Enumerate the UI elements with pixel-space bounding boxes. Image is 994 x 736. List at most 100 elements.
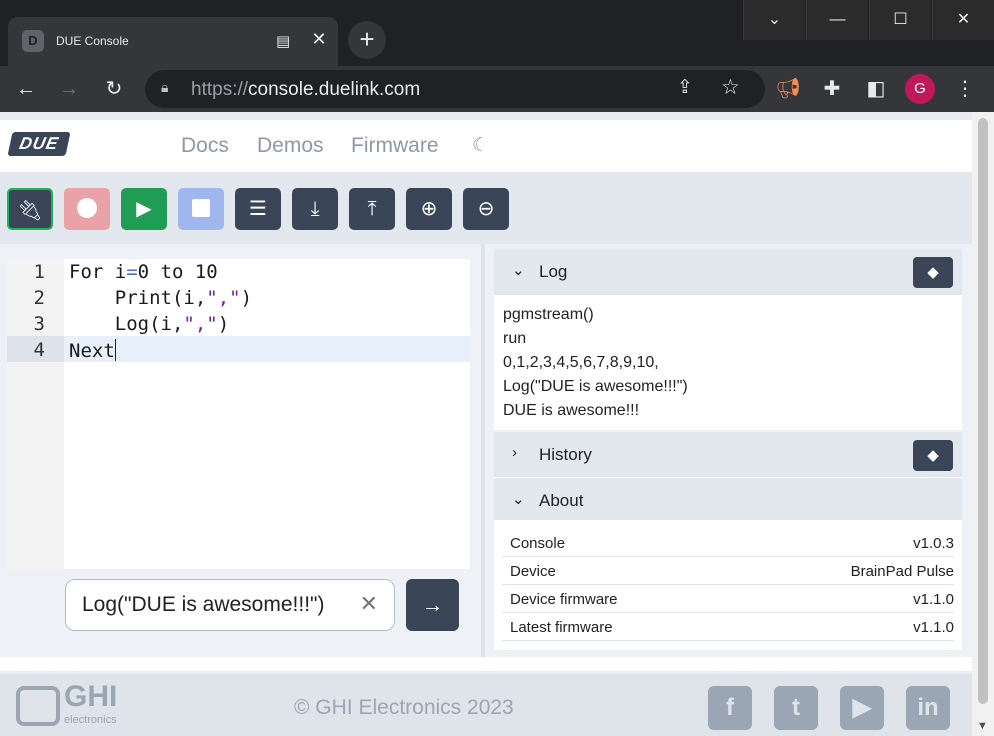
url-text[interactable]: https://console.duelink.com bbox=[191, 79, 420, 101]
new-tab-button[interactable]: + bbox=[348, 21, 386, 59]
close-tab-icon[interactable]: ✕ bbox=[308, 29, 330, 50]
code-line-3[interactable]: Log(i,",") bbox=[69, 313, 229, 335]
nav-firmware-link[interactable]: Firmware bbox=[351, 134, 439, 158]
chevron-down-icon: ⌄ bbox=[512, 262, 525, 279]
about-row: Device firmware v1.1.0 bbox=[502, 585, 954, 613]
zoom-in-icon: ⊕ bbox=[420, 198, 438, 220]
zoom-out-button[interactable]: ⊖ bbox=[463, 188, 509, 230]
site-footer: GHI electronics © GHI Electronics 2023 f… bbox=[0, 674, 972, 736]
line-number: 4 bbox=[33, 339, 45, 361]
bookmark-star-icon[interactable]: ☆ bbox=[721, 75, 740, 100]
about-row: Console v1.0.3 bbox=[502, 529, 954, 557]
command-input-value: Log("DUE is awesome!!!") bbox=[82, 593, 325, 616]
side-panel-icon[interactable]: ◧ bbox=[861, 74, 891, 104]
profile-avatar[interactable]: G bbox=[905, 74, 935, 104]
nav-demos-link[interactable]: Demos bbox=[257, 134, 324, 158]
nav-docs-link[interactable]: Docs bbox=[181, 134, 229, 158]
facebook-icon[interactable]: f bbox=[708, 686, 752, 730]
code-line-2[interactable]: Print(i,",") bbox=[69, 287, 252, 309]
console-toolbar: 🔌︎ ▶ ☰ ⤓ ⤒ ⊕ ⊖ bbox=[0, 172, 972, 244]
history-panel-title: History bbox=[539, 445, 592, 464]
line-number: 1 bbox=[33, 261, 45, 283]
tab-search-icon[interactable]: ⌄ bbox=[743, 0, 805, 40]
browser-tab[interactable]: D DUE Console ▤ ✕ bbox=[8, 17, 338, 66]
forward-icon[interactable]: → bbox=[54, 74, 84, 104]
stop-button[interactable] bbox=[178, 188, 224, 230]
log-line: DUE is awesome!!! bbox=[503, 402, 640, 419]
history-panel-header[interactable]: › History ◆ bbox=[494, 432, 962, 478]
minimize-window-button[interactable]: — bbox=[806, 0, 868, 40]
chevron-right-icon: › bbox=[512, 444, 517, 461]
close-window-button[interactable]: ✕ bbox=[932, 0, 994, 40]
youtube-icon[interactable]: ▶ bbox=[840, 686, 884, 730]
about-row: Latest firmware v1.1.0 bbox=[502, 613, 954, 641]
log-output: pgmstream() run 0,1,2,3,4,5,6,7,8,9,10, … bbox=[494, 295, 962, 430]
reader-mode-icon[interactable]: ▤ bbox=[276, 32, 290, 50]
copyright-text: © GHI Electronics 2023 bbox=[294, 696, 514, 719]
log-panel-title: Log bbox=[539, 262, 568, 281]
line-number: 3 bbox=[33, 313, 45, 335]
maximize-window-button[interactable]: ☐ bbox=[869, 0, 931, 40]
dark-mode-toggle-icon[interactable]: ☾ bbox=[472, 134, 489, 157]
megaphone-extension-icon[interactable]: 📢︎ bbox=[773, 74, 803, 104]
zoom-out-icon: ⊖ bbox=[477, 198, 495, 220]
chevron-down-icon: ⌄ bbox=[512, 491, 525, 508]
play-icon: ▶ bbox=[136, 198, 152, 220]
lock-icon[interactable]: 🔒︎ bbox=[161, 79, 168, 96]
run-button[interactable]: ▶ bbox=[121, 188, 167, 230]
browser-titlebar: D DUE Console ▤ ✕ + ⌄ — ☐ ✕ bbox=[0, 0, 994, 66]
line-number: 2 bbox=[33, 287, 45, 309]
back-icon[interactable]: ← bbox=[11, 74, 41, 104]
browser-menu-icon[interactable]: ⋮ bbox=[950, 74, 980, 104]
pane-splitter[interactable] bbox=[481, 244, 485, 657]
due-logo[interactable]: DUE bbox=[7, 132, 71, 156]
favicon-icon: D bbox=[22, 30, 44, 52]
scrollbar-thumb[interactable] bbox=[978, 118, 988, 704]
twitter-icon[interactable]: t bbox=[774, 686, 818, 730]
record-button[interactable] bbox=[64, 188, 110, 230]
upload-button[interactable]: ⤒ bbox=[349, 188, 395, 230]
list-button[interactable]: ☰ bbox=[235, 188, 281, 230]
record-icon bbox=[77, 198, 97, 218]
eraser-icon: ◆ bbox=[927, 447, 939, 464]
stop-icon bbox=[192, 199, 210, 217]
about-panel-header[interactable]: ⌄ About bbox=[494, 477, 962, 523]
scroll-down-icon[interactable]: ▼ bbox=[977, 720, 988, 732]
web-page: DUE Docs Demos Firmware ☾ 🔌︎ ▶ ☰ ⤓ ⤒ ⊕ ⊖… bbox=[0, 112, 972, 736]
upload-icon: ⤒ bbox=[367, 198, 377, 220]
code-line-1[interactable]: For i=0 to 10 bbox=[69, 261, 218, 283]
side-panels: ⌄ Log ◆ pgmstream() run 0,1,2,3,4,5,6,7,… bbox=[494, 249, 962, 650]
code-line-4[interactable]: Next bbox=[69, 339, 116, 362]
browser-toolbar: ← → ↻ 🔒︎ https://console.duelink.com ⇪ ☆… bbox=[0, 66, 994, 112]
clear-input-icon[interactable]: ✕ bbox=[360, 591, 378, 617]
text-caret bbox=[114, 339, 116, 361]
log-line: 0,1,2,3,4,5,6,7,8,9,10, bbox=[503, 354, 659, 371]
log-panel-header[interactable]: ⌄ Log ◆ bbox=[494, 249, 962, 295]
zoom-in-button[interactable]: ⊕ bbox=[406, 188, 452, 230]
about-table: Console v1.0.3 Device BrainPad Pulse Dev… bbox=[494, 520, 962, 650]
eraser-icon: ◆ bbox=[927, 264, 939, 281]
plug-disconnect-icon: 🔌︎ bbox=[17, 200, 43, 222]
extensions-puzzle-icon[interactable]: ✚ bbox=[817, 74, 847, 104]
command-input[interactable]: Log("DUE is awesome!!!") ✕ bbox=[65, 579, 395, 631]
page-scrollbar[interactable]: ▼ bbox=[972, 112, 994, 736]
download-icon: ⤓ bbox=[310, 198, 320, 220]
arrow-right-icon: → bbox=[421, 592, 444, 617]
site-navbar: DUE Docs Demos Firmware ☾ bbox=[0, 112, 972, 172]
address-bar[interactable]: 🔒︎ https://console.duelink.com ⇪ ☆ bbox=[145, 70, 765, 108]
ghi-logo[interactable]: GHI electronics bbox=[16, 680, 128, 730]
list-icon: ☰ bbox=[249, 198, 267, 220]
linkedin-icon[interactable]: in bbox=[906, 686, 950, 730]
download-button[interactable]: ⤓ bbox=[292, 188, 338, 230]
send-command-button[interactable]: → bbox=[406, 579, 459, 631]
clear-history-button[interactable]: ◆ bbox=[913, 440, 953, 471]
code-editor[interactable]: 1 2 3 4 For i=0 to 10 Print(i,",") Log(i… bbox=[7, 259, 470, 569]
ghi-chip-icon bbox=[16, 686, 60, 726]
reload-icon[interactable]: ↻ bbox=[99, 74, 129, 104]
share-icon[interactable]: ⇪ bbox=[677, 76, 693, 99]
clear-log-button[interactable]: ◆ bbox=[913, 257, 953, 288]
about-panel-title: About bbox=[539, 491, 584, 510]
log-line: run bbox=[503, 330, 527, 347]
log-line: Log("DUE is awesome!!!") bbox=[503, 378, 688, 395]
connect-button[interactable]: 🔌︎ bbox=[7, 188, 53, 230]
